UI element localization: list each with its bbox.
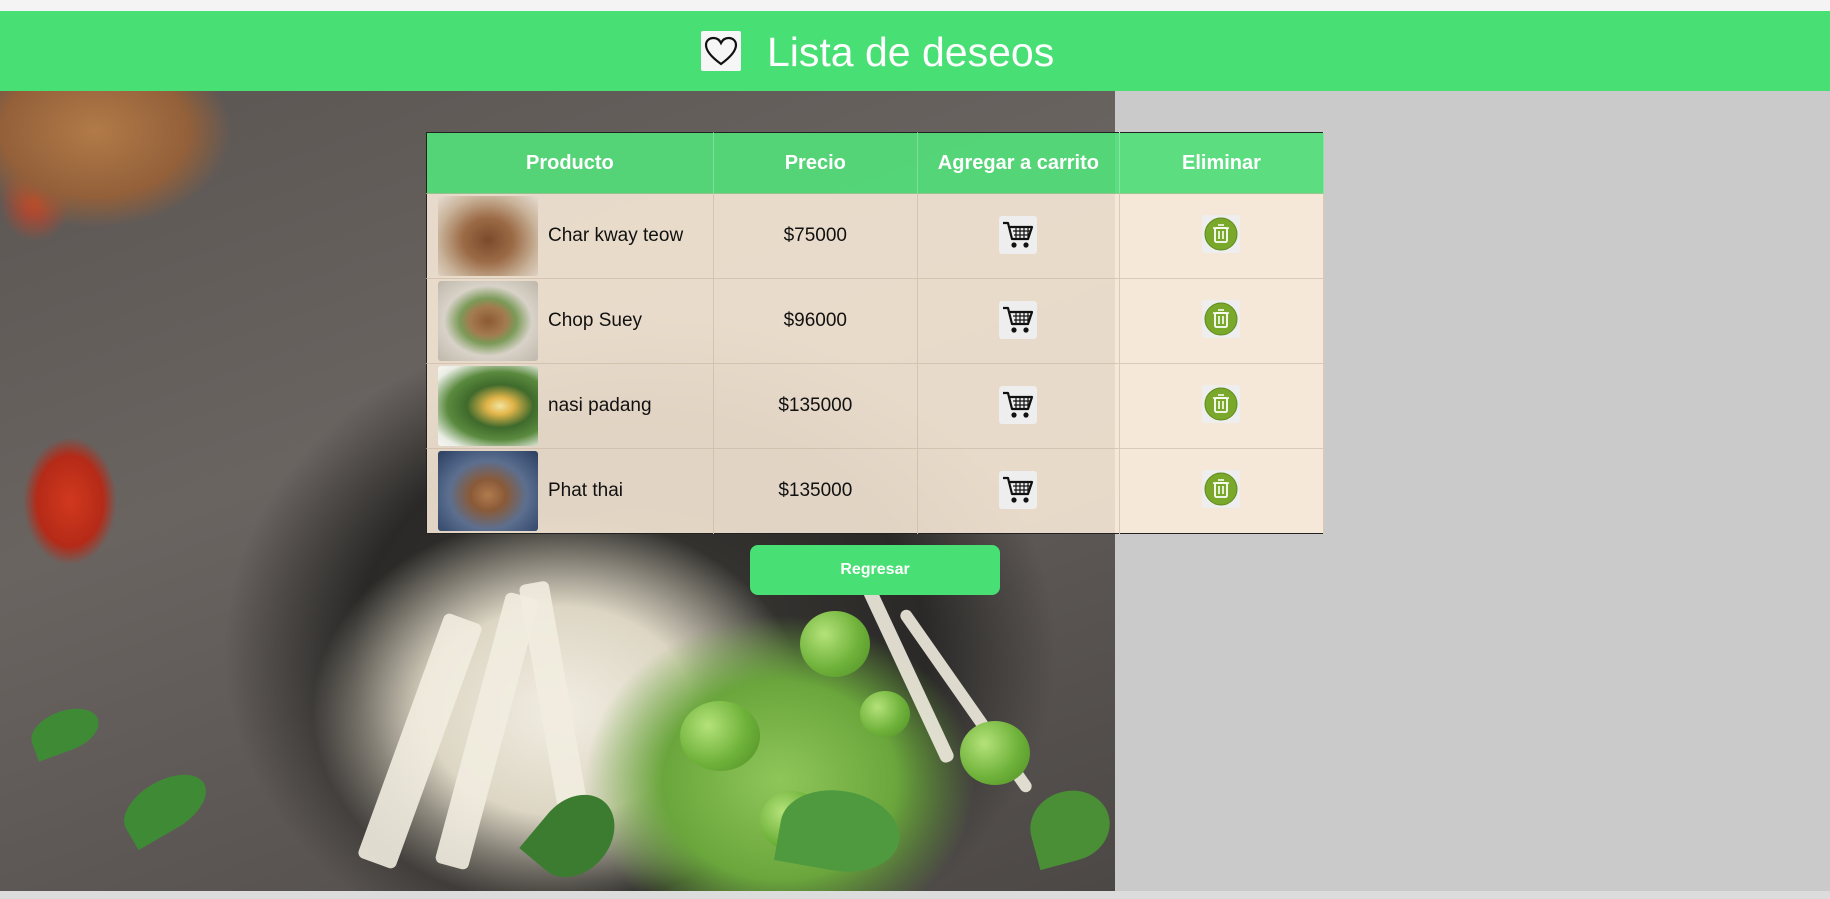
delete-button[interactable]: [1202, 385, 1241, 423]
shopping-cart-icon: [1003, 476, 1034, 503]
horizontal-scrollbar[interactable]: [0, 891, 1830, 899]
table-row: nasi padang $135000: [426, 363, 1325, 449]
price-cell: $75000: [713, 193, 918, 279]
add-to-cart-button[interactable]: [999, 301, 1038, 339]
delete-button[interactable]: [1202, 215, 1241, 253]
price-cell: $96000: [713, 278, 918, 364]
product-thumbnail: [438, 451, 538, 531]
back-button[interactable]: Regresar: [750, 545, 1000, 595]
delete-cell: [1119, 193, 1325, 279]
shopping-cart-icon: [1003, 221, 1034, 248]
product-name: nasi padang: [548, 395, 652, 416]
shopping-cart-icon: [1003, 391, 1034, 418]
product-name: Char kway teow: [548, 225, 684, 246]
delete-cell: [1119, 278, 1325, 364]
add-to-cart-button[interactable]: [999, 471, 1038, 509]
product-cell: nasi padang: [426, 363, 714, 449]
add-to-cart-button[interactable]: [999, 216, 1038, 254]
trash-icon: [1204, 472, 1238, 506]
table-row: Chop Suey $96000: [426, 278, 1325, 364]
column-header-product: Producto: [426, 132, 714, 194]
delete-cell: [1119, 448, 1325, 534]
product-cell: Phat thai: [426, 448, 714, 534]
trash-icon: [1204, 302, 1238, 336]
page-header: Lista de deseos: [0, 11, 1830, 91]
column-header-add-to-cart: Agregar a carrito: [917, 132, 1120, 194]
product-thumbnail: [438, 281, 538, 361]
add-to-cart-cell: [917, 193, 1120, 279]
wishlist-table: Producto Precio Agregar a carrito Elimin…: [426, 132, 1325, 534]
table-header-row: Producto Precio Agregar a carrito Elimin…: [426, 132, 1325, 194]
product-cell: Chop Suey: [426, 278, 714, 364]
product-name: Chop Suey: [548, 310, 643, 331]
delete-button[interactable]: [1202, 300, 1241, 338]
table-row: Phat thai $135000: [426, 448, 1325, 534]
shopping-cart-icon: [1003, 306, 1034, 333]
product-thumbnail: [438, 196, 538, 276]
add-to-cart-cell: [917, 278, 1120, 364]
heart-icon: [701, 31, 741, 71]
page-title: Lista de deseos: [767, 29, 1055, 75]
add-to-cart-button[interactable]: [999, 386, 1038, 424]
column-header-price: Precio: [713, 132, 918, 194]
product-cell: Char kway teow: [426, 193, 714, 279]
price-cell: $135000: [713, 363, 918, 449]
product-name: Phat thai: [548, 480, 623, 501]
table-row: Char kway teow $75000: [426, 193, 1325, 279]
trash-icon: [1204, 217, 1238, 251]
delete-cell: [1119, 363, 1325, 449]
column-header-delete: Eliminar: [1119, 132, 1325, 194]
add-to-cart-cell: [917, 448, 1120, 534]
add-to-cart-cell: [917, 363, 1120, 449]
trash-icon: [1204, 387, 1238, 421]
product-thumbnail: [438, 366, 538, 446]
price-cell: $135000: [713, 448, 918, 534]
delete-button[interactable]: [1202, 470, 1241, 508]
